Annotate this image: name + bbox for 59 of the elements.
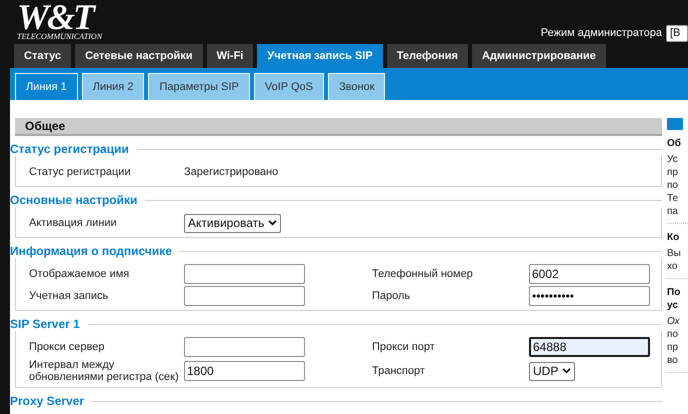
help-text: Ус xyxy=(667,153,679,166)
help-text: па xyxy=(667,205,679,218)
section-heading: SIP Server 1 xyxy=(10,317,81,331)
status-value: Зарегистрировано xyxy=(184,164,280,180)
help-title: Ко xyxy=(667,231,680,244)
nav-tab[interactable]: Администрирование xyxy=(472,44,606,68)
help-title: ус xyxy=(667,299,679,312)
field-label: Активация линии xyxy=(29,217,118,229)
sub-tab[interactable]: VoIP QoS xyxy=(254,73,324,100)
sub-tab[interactable]: Линия 2 xyxy=(82,73,144,100)
admin-select[interactable]: [В xyxy=(666,25,688,42)
field-label: Транспорт xyxy=(372,365,426,377)
admin-mode-label: Режим администратора xyxy=(540,26,662,42)
field-label: Телефонный номер xyxy=(372,268,474,280)
input-field[interactable] xyxy=(184,286,305,306)
select-field[interactable]: Активировать xyxy=(184,214,282,232)
input-field[interactable] xyxy=(184,264,305,284)
nav-tab[interactable]: Сетевые настройки xyxy=(75,44,203,68)
field-label: Прокси сервер xyxy=(29,341,106,353)
help-text: Вы xyxy=(667,247,682,260)
section-heading: Информация о подписчике xyxy=(10,244,173,258)
help-text: во xyxy=(667,354,679,367)
help-text: по xyxy=(667,179,679,192)
help-text: хо xyxy=(667,260,678,273)
field-label: Прокси порт xyxy=(372,341,436,353)
password-field[interactable]: •••••••••• xyxy=(529,286,650,306)
help-text: Те xyxy=(667,192,680,205)
field-label: Отображаемое имя xyxy=(29,268,130,280)
section-heading: Proxy Server xyxy=(10,394,86,408)
select-field[interactable]: UDP xyxy=(529,362,576,380)
nav-tab[interactable]: Телефония xyxy=(386,44,468,68)
field-label: Пароль xyxy=(372,290,412,302)
sub-tab[interactable]: Линия 1 xyxy=(15,73,78,100)
input-field[interactable]: 64888 xyxy=(529,337,650,357)
nav-tab[interactable]: Учетная запись SIP xyxy=(257,44,383,68)
help-title: По xyxy=(667,286,682,299)
chevron-down-icon xyxy=(562,368,572,374)
input-field[interactable] xyxy=(184,337,305,357)
help-header xyxy=(667,118,683,130)
help-title: Об xyxy=(667,137,682,150)
section-heading: Статус регистрации xyxy=(10,142,130,156)
section-heading: Основные настройки xyxy=(10,193,138,207)
help-text: пр xyxy=(667,341,679,354)
help-text: Ох xyxy=(667,315,681,328)
field-label: Учетная запись xyxy=(29,290,110,302)
field-label: Статус регистрации xyxy=(29,166,132,178)
help-text: пр xyxy=(667,166,679,179)
logo-mark: W&T xyxy=(17,2,96,32)
panel-title: Общее xyxy=(25,118,66,135)
field-label: Интервал между обновлениями регистра (сек) xyxy=(29,359,179,383)
chevron-down-icon xyxy=(268,220,278,226)
logo-tagline: TELECOMMUNICATION xyxy=(17,32,102,41)
nav-tab[interactable]: Статус xyxy=(14,44,72,68)
help-text: по xyxy=(667,328,679,341)
sub-tab[interactable]: Параметры SIP xyxy=(148,73,250,100)
input-field[interactable]: 1800 xyxy=(184,361,305,381)
input-field[interactable]: 6002 xyxy=(529,264,650,284)
sub-tab[interactable]: Звонок xyxy=(328,73,386,100)
nav-tab[interactable]: Wi-Fi xyxy=(206,44,254,68)
